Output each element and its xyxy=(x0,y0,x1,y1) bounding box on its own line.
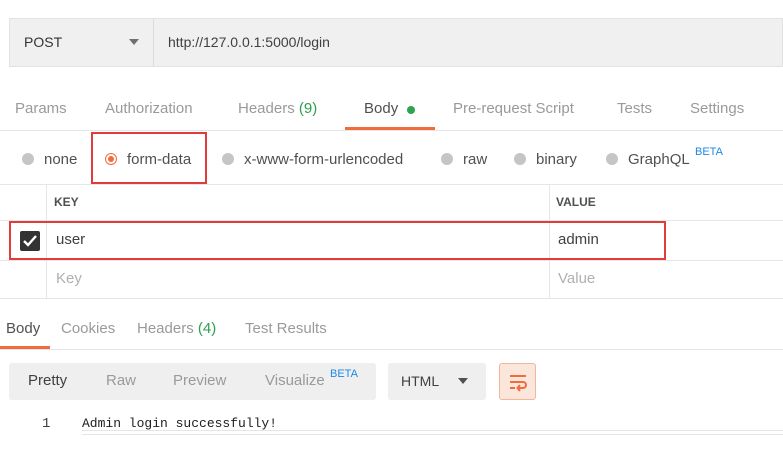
url-input[interactable]: http://127.0.0.1:5000/login xyxy=(168,34,330,50)
tab-headers-count: (9) xyxy=(298,100,318,117)
method-select[interactable]: POST xyxy=(10,19,154,66)
tab-body[interactable]: Body xyxy=(364,100,398,117)
radio-graphql[interactable] xyxy=(606,153,618,165)
format-select-label: HTML xyxy=(401,373,440,389)
line-number: 1 xyxy=(42,416,51,432)
tab-tests[interactable]: Tests xyxy=(617,100,652,117)
form-data-highlight xyxy=(91,132,207,184)
row-highlight xyxy=(9,221,666,260)
key-column-header: KEY xyxy=(54,195,79,209)
radio-binary[interactable] xyxy=(514,153,526,165)
url-bar: POST http://127.0.0.1:5000/login xyxy=(9,18,783,67)
tab-pre-request-script[interactable]: Pre-request Script xyxy=(453,100,574,117)
wrap-lines-icon xyxy=(510,375,527,392)
new-key-input[interactable]: Key xyxy=(56,270,82,287)
radio-raw-label: raw xyxy=(463,151,488,168)
radio-raw[interactable] xyxy=(441,153,453,165)
radio-none[interactable] xyxy=(22,153,34,165)
row-divider xyxy=(0,260,783,261)
chevron-down-icon xyxy=(129,39,139,45)
section-divider xyxy=(0,298,783,299)
radio-binary-label: binary xyxy=(536,151,577,168)
response-tabs-divider xyxy=(0,349,783,350)
response-tab-test-results[interactable]: Test Results xyxy=(245,320,327,337)
response-tab-headers[interactable]: Headers (4) xyxy=(137,320,216,337)
tab-authorization[interactable]: Authorization xyxy=(105,100,193,117)
radio-graphql-label: GraphQL xyxy=(628,151,690,168)
view-preview-button[interactable]: Preview xyxy=(173,372,226,389)
tab-params[interactable]: Params xyxy=(15,100,67,117)
graphql-beta-badge: BETA xyxy=(695,146,723,158)
body-status-dot xyxy=(407,106,415,114)
chevron-down-icon xyxy=(458,378,468,384)
value-column-header: VALUE xyxy=(556,195,596,209)
response-tab-headers-count: (4) xyxy=(197,320,217,337)
response-tab-headers-label: Headers xyxy=(137,320,194,337)
tab-settings[interactable]: Settings xyxy=(690,100,744,117)
tab-headers[interactable]: Headers (9) xyxy=(238,100,317,117)
kv-table-header xyxy=(0,184,783,221)
new-value-input[interactable]: Value xyxy=(558,270,595,287)
radio-none-label: none xyxy=(44,151,78,168)
code-line: Admin login successfully! xyxy=(82,416,278,431)
view-visualize-button[interactable]: Visualize xyxy=(265,372,325,389)
radio-urlencoded-label: x-www-form-urlencoded xyxy=(244,151,404,168)
view-raw-button[interactable]: Raw xyxy=(106,372,136,389)
tabs-divider xyxy=(0,130,783,131)
current-line-highlight xyxy=(82,430,783,435)
method-label: POST xyxy=(24,34,63,50)
response-tab-cookies[interactable]: Cookies xyxy=(61,320,115,337)
tab-headers-label: Headers xyxy=(238,100,295,117)
view-pretty-button[interactable]: Pretty xyxy=(28,372,67,389)
wrap-lines-button[interactable] xyxy=(499,363,536,400)
radio-urlencoded[interactable] xyxy=(222,153,234,165)
response-tab-body[interactable]: Body xyxy=(6,320,40,337)
visualize-beta-badge: BETA xyxy=(330,368,358,380)
